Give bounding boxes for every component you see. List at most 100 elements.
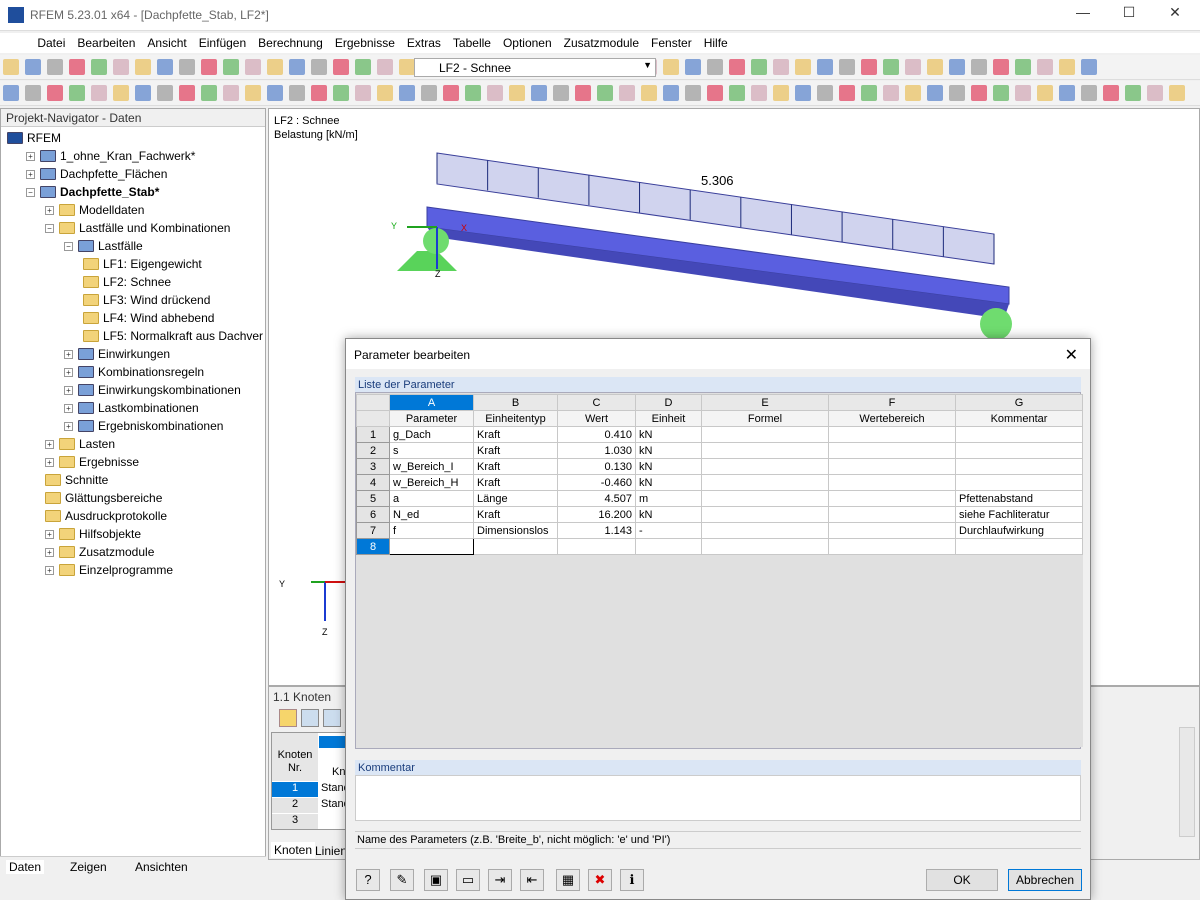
cell[interactable]: 16.200	[557, 506, 636, 523]
tree-item[interactable]: + Zusatzmodule	[45, 543, 154, 561]
toolbar-button-icon[interactable]	[267, 85, 283, 101]
toolbar-button-icon[interactable]	[1059, 59, 1075, 75]
save-icon[interactable]: ▣	[424, 869, 448, 891]
toolbar-button-icon[interactable]	[1169, 85, 1185, 101]
cell[interactable]	[955, 474, 1083, 491]
tree-item[interactable]: − Lastfälle	[64, 237, 143, 255]
menu-ansicht[interactable]: Ansicht	[141, 33, 192, 53]
cell[interactable]	[828, 522, 956, 539]
cell[interactable]: g_Dach	[389, 426, 474, 443]
toolbar-button-icon[interactable]	[223, 85, 239, 101]
cell[interactable]: a	[389, 490, 474, 507]
toolbar-button-icon[interactable]	[663, 59, 679, 75]
tree-item[interactable]: + Einwirkungen	[64, 345, 170, 363]
column-letter[interactable]: C	[557, 394, 636, 411]
cell[interactable]: siehe Fachliteratur	[955, 506, 1083, 523]
cell[interactable]: Kraft	[473, 442, 558, 459]
toolbar-button-icon[interactable]	[113, 85, 129, 101]
toolbar-button-icon[interactable]	[267, 59, 283, 75]
tree-item[interactable]: LF2: Schnee	[83, 273, 171, 291]
tab-linien[interactable]: Linien	[315, 844, 347, 858]
toolbar-button-icon[interactable]	[289, 59, 305, 75]
cell[interactable]: -0.460	[557, 474, 636, 491]
collapse-icon[interactable]: −	[45, 223, 54, 233]
tree-item[interactable]: + Kombinationsregeln	[64, 363, 204, 381]
toolbar-button-icon[interactable]	[1147, 85, 1163, 101]
cell[interactable]	[389, 538, 474, 555]
tree-item[interactable]: + Einzelprogramme	[45, 561, 173, 579]
tree-item[interactable]: Glättungsbereiche	[45, 489, 162, 507]
toolbar-button-icon[interactable]	[69, 59, 85, 75]
toolbar-button-icon[interactable]	[91, 85, 107, 101]
toolbar-button-icon[interactable]	[861, 85, 877, 101]
column-letter[interactable]: D	[635, 394, 702, 411]
toolbar-button-icon[interactable]	[377, 59, 393, 75]
cell[interactable]: w_Bereich_I	[389, 458, 474, 475]
cell[interactable]	[828, 426, 956, 443]
toolbar-button-icon[interactable]	[729, 85, 745, 101]
expand-icon[interactable]: +	[64, 421, 73, 431]
tree-item[interactable]: + Hilfsobjekte	[45, 525, 141, 543]
toolbar-button-icon[interactable]	[839, 59, 855, 75]
toolbar-button-icon[interactable]	[663, 85, 679, 101]
cell[interactable]: kN	[635, 506, 702, 523]
row-number[interactable]: 7	[356, 522, 390, 539]
cell[interactable]: kN	[635, 458, 702, 475]
cell[interactable]: kN	[635, 426, 702, 443]
toolbar-button-icon[interactable]	[1103, 85, 1119, 101]
cell[interactable]	[828, 458, 956, 475]
toolbar-button-icon[interactable]	[795, 85, 811, 101]
expand-icon[interactable]: +	[64, 367, 73, 377]
cell[interactable]: 0.410	[557, 426, 636, 443]
minimize-button[interactable]: —	[1060, 4, 1106, 26]
toolbar-button-icon[interactable]	[597, 85, 613, 101]
cell[interactable]: kN	[635, 442, 702, 459]
menu-tabelle[interactable]: Tabelle	[447, 33, 497, 53]
help-icon[interactable]: ?	[356, 869, 380, 891]
tree-item[interactable]: − Lastfälle und Kombinationen	[45, 219, 230, 237]
menu-hilfe[interactable]: Hilfe	[698, 33, 734, 53]
menu-fenster[interactable]: Fenster	[645, 33, 698, 53]
toolbar-button-icon[interactable]	[113, 59, 129, 75]
toolbar-button-icon[interactable]	[157, 85, 173, 101]
tree-item[interactable]: + Modelldaten	[45, 201, 144, 219]
cancel-button[interactable]: Abbrechen	[1008, 869, 1082, 891]
toolbar-button-icon[interactable]	[641, 85, 657, 101]
cell[interactable]	[557, 538, 636, 555]
toolbar-button-icon[interactable]	[179, 85, 195, 101]
menu-extras[interactable]: Extras	[401, 33, 447, 53]
insert-row-icon[interactable]	[301, 709, 319, 727]
row-number[interactable]: 2	[356, 442, 390, 459]
toolbar-button-icon[interactable]	[1015, 59, 1031, 75]
close-button[interactable]: ✕	[1152, 4, 1198, 26]
vertical-scrollbar[interactable]	[1179, 727, 1195, 837]
toolbar-button-icon[interactable]	[201, 85, 217, 101]
tab-ansichten[interactable]: Ansichten	[135, 860, 188, 874]
toolbar-button-icon[interactable]	[135, 85, 151, 101]
toolbar-button-icon[interactable]	[245, 59, 261, 75]
loadcase-select[interactable]: LF2 - Schnee ▼	[414, 58, 656, 77]
column-letter[interactable]: B	[473, 394, 558, 411]
toolbar-button-icon[interactable]	[223, 59, 239, 75]
expand-icon[interactable]: +	[45, 565, 54, 575]
toolbar-button-icon[interactable]	[1081, 59, 1097, 75]
toolbar-button-icon[interactable]	[487, 85, 503, 101]
toolbar-button-icon[interactable]	[1037, 59, 1053, 75]
tab-knoten[interactable]: Knoten	[271, 842, 316, 858]
cell[interactable]: 0.130	[557, 458, 636, 475]
cell[interactable]: 4.507	[557, 490, 636, 507]
toolbar-button-icon[interactable]	[179, 59, 195, 75]
tree-item[interactable]: + Dachpfette_Flächen	[26, 165, 167, 183]
toolbar-button-icon[interactable]	[399, 85, 415, 101]
column-letter[interactable]: A	[389, 394, 474, 411]
toolbar-button-icon[interactable]	[751, 59, 767, 75]
cell[interactable]	[701, 474, 829, 491]
toolbar-button-icon[interactable]	[355, 85, 371, 101]
cell[interactable]: Pfettenabstand	[955, 490, 1083, 507]
column-letter[interactable]: G	[955, 394, 1083, 411]
expand-icon[interactable]: +	[45, 439, 54, 449]
row-number[interactable]: 1	[272, 782, 318, 797]
cell[interactable]	[955, 538, 1083, 555]
edit-icon[interactable]: ✎	[390, 869, 414, 891]
cell[interactable]	[955, 426, 1083, 443]
